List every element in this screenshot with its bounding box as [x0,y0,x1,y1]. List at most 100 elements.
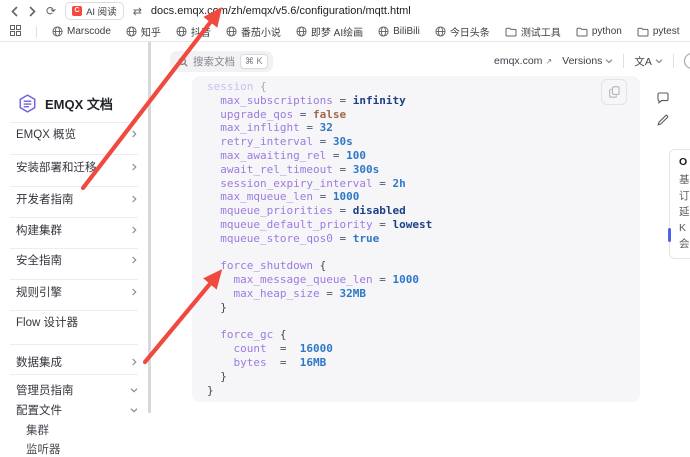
ai-reader-badge[interactable]: C AI 阅读 [65,2,124,20]
forward-icon[interactable] [28,6,37,17]
bookmark-site[interactable]: 即梦 AI绘画 [296,24,363,39]
globe-icon [435,26,446,37]
bookmark-folder[interactable]: pytest [637,26,680,37]
sidebar-separator [10,279,138,280]
sidebar-item-8[interactable]: 数据集成 [16,354,138,370]
bookmark-folder[interactable]: python [576,26,622,37]
sidebar-item-5[interactable]: 安全指南 [16,252,138,268]
search-input[interactable]: 搜索文档 ⌘ K [170,51,273,72]
sidebar-item-label: 监听器 [26,441,61,457]
chevron-down-icon [655,57,663,65]
code-line: max_message_queue_len = 1000 [207,273,432,287]
config-code-block: session { max_subscriptions = infinity u… [192,76,640,402]
sidebar-item-11[interactable]: 集群 [26,422,138,438]
toc-item-3[interactable]: 延 [679,204,690,220]
bookmark-label: 即梦 AI绘画 [311,24,363,39]
bookmark-site[interactable]: Marscode [52,26,111,37]
versions-dropdown[interactable]: Versions [562,55,613,67]
sidebar-item-1[interactable]: EMQX 概览 [16,126,138,142]
ai-reader-label: AI 阅读 [86,4,117,18]
sidebar-scrollbar[interactable] [148,42,151,413]
language-dropdown[interactable]: 文A [634,54,663,69]
bookmark-site[interactable]: 今日头条 [435,24,490,39]
sidebar-item-2[interactable]: 安装部署和迁移 [16,159,138,175]
sidebar-title: EMQX 文档 [45,94,113,113]
back-icon[interactable] [10,6,19,17]
code-line: mqueue_priorities = disabled [207,204,432,218]
code-line: mqueue_store_qos0 = true [207,232,432,246]
header-divider [673,54,674,68]
toc-item-2[interactable]: 订 [679,188,690,204]
toc-item-5[interactable]: 会 [679,236,690,252]
toc-item-4[interactable]: K [679,220,690,236]
toc-items: 基订延K会 [679,172,690,252]
address-bar-url[interactable]: docs.emqx.com/zh/emqx/v5.6/configuration… [151,5,411,17]
edit-page-link[interactable] [657,114,669,126]
translate-switch-icon[interactable]: ⇄ [133,5,142,18]
code-line: session { [207,80,432,94]
search-placeholder: 搜索文档 [193,54,235,69]
bookmark-site[interactable]: 抖音 [176,24,211,39]
on-this-page-panel: O 基订延K会 [669,149,690,259]
theme-toggle-icon[interactable]: ☼ [684,53,690,69]
code-line: } [207,384,432,398]
bookmark-site[interactable]: BiliBili [378,26,420,37]
sidebar-item-9[interactable]: 管理员指南 [16,382,138,398]
globe-icon [52,26,63,37]
code-line: session_expiry_interval = 2h [207,177,432,191]
toc-active-indicator [668,228,671,242]
pencil-icon [657,114,669,126]
code-line: mqueue_default_priority = lowest [207,218,432,232]
sidebar-item-7[interactable]: Flow 设计器 [16,314,138,330]
copy-code-button[interactable] [601,79,627,105]
bookmarks-list: Marscode 知乎 抖音番茄小说 即梦 AI绘画 BiliBili 今日头条测试工具 p… [52,24,690,39]
chevron-right-icon [130,195,138,203]
code-line: await_rel_timeout = 300s [207,163,432,177]
sidebar-item-label: 数据集成 [16,354,62,370]
emqx-site-link[interactable]: emqx.com ↗ [494,55,552,67]
sidebar-item-label: Flow 设计器 [16,314,78,330]
bookmark-site[interactable]: 知乎 [126,24,161,39]
sidebar-item-label: 构建集群 [16,222,62,238]
bookmark-label: python [592,26,622,37]
sidebar-item-3[interactable]: 开发者指南 [16,191,138,207]
bookmark-label: Marscode [67,26,111,37]
sidebar-item-6[interactable]: 规则引擎 [16,284,138,300]
chevron-right-icon [130,288,138,296]
sidebar-item-4[interactable]: 构建集群 [16,222,138,238]
code-line: } [207,370,432,384]
chevron-right-icon [130,358,138,366]
copy-icon [609,86,620,98]
emqx-logo[interactable]: EMQX 文档 [18,94,113,113]
reload-icon[interactable]: ⟳ [46,5,56,17]
translate-icon: 文A [634,54,652,69]
search-icon [178,57,188,67]
code-line: max_inflight = 32 [207,121,432,135]
bookmark-label: 抖音 [191,24,211,39]
bookmark-label: 知乎 [141,24,161,39]
code-line: max_subscriptions = infinity [207,94,432,108]
emqx-site-link-label: emqx.com [494,55,542,67]
chevron-right-icon [130,130,138,138]
sidebar-separator [10,217,138,218]
sidebar-item-12[interactable]: 监听器 [26,441,138,457]
bookmark-label: BiliBili [393,26,420,37]
chevron-right-icon [130,226,138,234]
code-line: count = 16000 [207,342,432,356]
toc-item-1[interactable]: 基 [679,172,690,188]
sidebar-item-label: EMQX 概览 [16,126,76,142]
sidebar-item-10[interactable]: 配置文件 [16,402,138,418]
docs-sidebar: EMQX 文档 EMQX 概览安装部署和迁移开发者指南构建集群安全指南规则引擎 F… [0,42,148,413]
folder-icon [505,27,517,37]
chevron-down-icon [130,386,138,394]
code-line [207,315,432,329]
sidebar-item-label: 开发者指南 [16,191,74,207]
code-line: max_mqueue_len = 1000 [207,190,432,204]
bookmark-site[interactable]: 番茄小说 [226,24,281,39]
feedback-link[interactable] [657,92,669,104]
bookmark-folder[interactable]: 测试工具 [505,24,561,39]
external-link-icon: ↗ [545,57,552,66]
sidebar-item-label: 安全指南 [16,252,62,268]
apps-grid-icon[interactable] [10,23,21,41]
folder-icon [637,27,649,37]
